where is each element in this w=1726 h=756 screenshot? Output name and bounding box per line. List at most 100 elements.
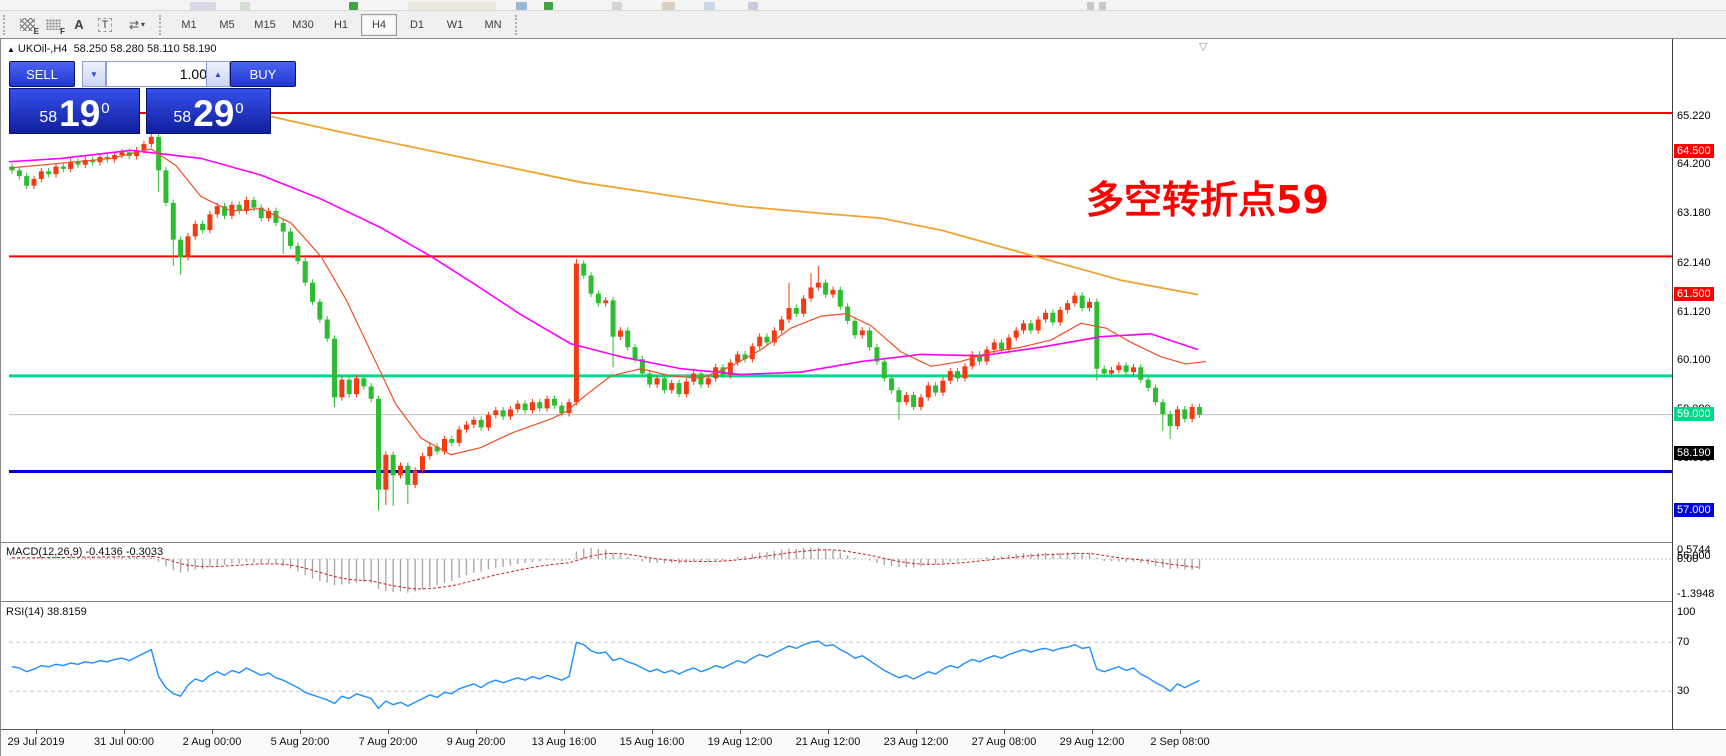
- macd-plot[interactable]: [9, 544, 1672, 601]
- candle-body: [478, 419, 484, 428]
- timeframe-button-m1[interactable]: M1: [171, 14, 207, 36]
- candle-body: [141, 144, 147, 151]
- mt4-terminal: E F A T ⇄ ▾ M1 M5 M15 M30 H1 H4 D1 W1 MN ▲ UKOil-,…: [0, 0, 1726, 756]
- macd-title: MACD(12,26,9) -0.4136 -0.3033: [6, 546, 164, 558]
- time-tick: [740, 730, 741, 734]
- arrows-tool-icon[interactable]: ⇄ ▾: [118, 14, 156, 36]
- candle-body: [933, 385, 939, 393]
- candle-body: [280, 222, 286, 232]
- candle-body: [808, 287, 814, 299]
- candle-body: [1167, 414, 1173, 427]
- buy-button[interactable]: BUY: [230, 61, 296, 87]
- price-badge-57.000: 57.000: [1674, 502, 1714, 517]
- volume-up-spinner[interactable]: ▲: [206, 61, 230, 87]
- candle-body: [419, 456, 425, 471]
- candle-body: [302, 261, 308, 283]
- toolbar-grip[interactable]: [159, 14, 167, 35]
- candle-body: [463, 424, 469, 430]
- candle-body: [500, 410, 506, 417]
- candle-body: [493, 410, 499, 416]
- chevron-down-icon: ▾: [141, 20, 146, 29]
- candle-body: [427, 446, 433, 457]
- candle-body: [295, 245, 301, 262]
- clipped-toolbar-row: [0, 0, 1726, 11]
- hatch-glyph: [19, 18, 35, 31]
- candle-body: [1006, 337, 1012, 350]
- candle-body: [1145, 379, 1151, 388]
- volume-input[interactable]: [106, 61, 214, 87]
- symbol-name: UKOil-,H4: [17, 43, 68, 55]
- candle-body: [60, 166, 66, 169]
- time-axis-label: 21 Aug 12:00: [795, 736, 861, 748]
- candle-body: [1013, 330, 1019, 338]
- time-tick: [124, 730, 125, 734]
- candle-body: [507, 409, 513, 417]
- time-axis-label: 2 Aug 00:00: [182, 736, 242, 748]
- text-label-tool-icon[interactable]: T: [92, 14, 118, 36]
- hatch-e-tool-icon[interactable]: E: [14, 14, 40, 36]
- sell-button[interactable]: SELL: [9, 61, 75, 87]
- candle-body: [485, 415, 491, 428]
- candle-body: [786, 308, 792, 320]
- candle-body: [522, 403, 528, 411]
- price-axis-label: 63.180: [1677, 207, 1711, 220]
- price-badge-61.500: 61.500: [1674, 287, 1714, 302]
- candle-body: [368, 386, 374, 399]
- time-tick: [916, 730, 917, 734]
- candle-body: [1028, 323, 1034, 331]
- timeframe-button-d1[interactable]: D1: [399, 14, 435, 36]
- candle-body: [1182, 409, 1188, 419]
- candle-body: [801, 298, 807, 314]
- candle-body: [779, 319, 785, 331]
- candle-body: [889, 378, 895, 391]
- timeframe-button-mn[interactable]: MN: [475, 14, 511, 36]
- timeframe-button-m5[interactable]: M5: [209, 14, 245, 36]
- candle-body: [999, 342, 1005, 350]
- candle-body: [192, 223, 198, 237]
- dotgrid-glyph: [45, 19, 61, 30]
- text-tool-icon[interactable]: A: [66, 14, 92, 36]
- timeframe-button-m30[interactable]: M30: [285, 14, 321, 36]
- candle-body: [551, 398, 557, 406]
- candle-body: [332, 338, 338, 398]
- time-axis-label: 23 Aug 12:00: [883, 736, 949, 748]
- chart-shift-marker[interactable]: ▽: [1199, 40, 1207, 53]
- candle-body: [610, 300, 616, 337]
- candle-body: [683, 381, 689, 395]
- grid-f-tool-icon[interactable]: F: [40, 14, 66, 36]
- buy-price-panel[interactable]: 58 29 0: [146, 88, 271, 134]
- candle-body: [383, 454, 389, 490]
- candle-body: [859, 330, 865, 336]
- toolbar-grip[interactable]: [3, 14, 11, 35]
- candle-body: [310, 282, 316, 302]
- time-axis-label: 5 Aug 20:00: [270, 736, 330, 748]
- candle-body: [53, 166, 59, 175]
- sell-price-panel[interactable]: 58 19 0: [9, 88, 140, 134]
- candle-body: [852, 320, 858, 336]
- time-axis: 29 Jul 2019 31 Jul 00:00 2 Aug 00:00 5 Aug …: [1, 729, 1726, 756]
- volume-down-spinner[interactable]: ▼: [82, 61, 106, 87]
- timeframe-button-w1[interactable]: W1: [437, 14, 473, 36]
- candle-body: [903, 395, 909, 403]
- time-tick: [1004, 730, 1005, 734]
- candle-body: [163, 170, 169, 203]
- timeframe-bar: M1 M5 M15 M30 H1 H4 D1 W1 MN: [170, 13, 512, 36]
- candle-body: [361, 378, 367, 387]
- time-axis-label: 29 Aug 12:00: [1059, 736, 1125, 748]
- clipped-icon: [704, 2, 715, 10]
- panel-separator[interactable]: [1, 601, 1726, 602]
- rsi-title: RSI(14) 38.8159: [6, 606, 87, 618]
- candle-body: [148, 136, 154, 145]
- toolbar-grip[interactable]: [515, 14, 523, 35]
- candle-body: [1050, 312, 1056, 323]
- timeframe-button-h1[interactable]: H1: [323, 14, 359, 36]
- timeframe-button-h4[interactable]: H4: [361, 13, 397, 36]
- candle-body: [405, 465, 411, 485]
- candle-body: [625, 330, 631, 348]
- symbol-quote-line: ▲ UKOil-,H4 58.250 58.280 58.110 58.190: [7, 43, 217, 55]
- timeframe-button-m15[interactable]: M15: [247, 14, 283, 36]
- candle-body: [339, 379, 345, 398]
- rsi-plot[interactable]: [9, 603, 1672, 729]
- panel-separator[interactable]: [1, 542, 1726, 543]
- sell-price-sup: 0: [101, 100, 110, 117]
